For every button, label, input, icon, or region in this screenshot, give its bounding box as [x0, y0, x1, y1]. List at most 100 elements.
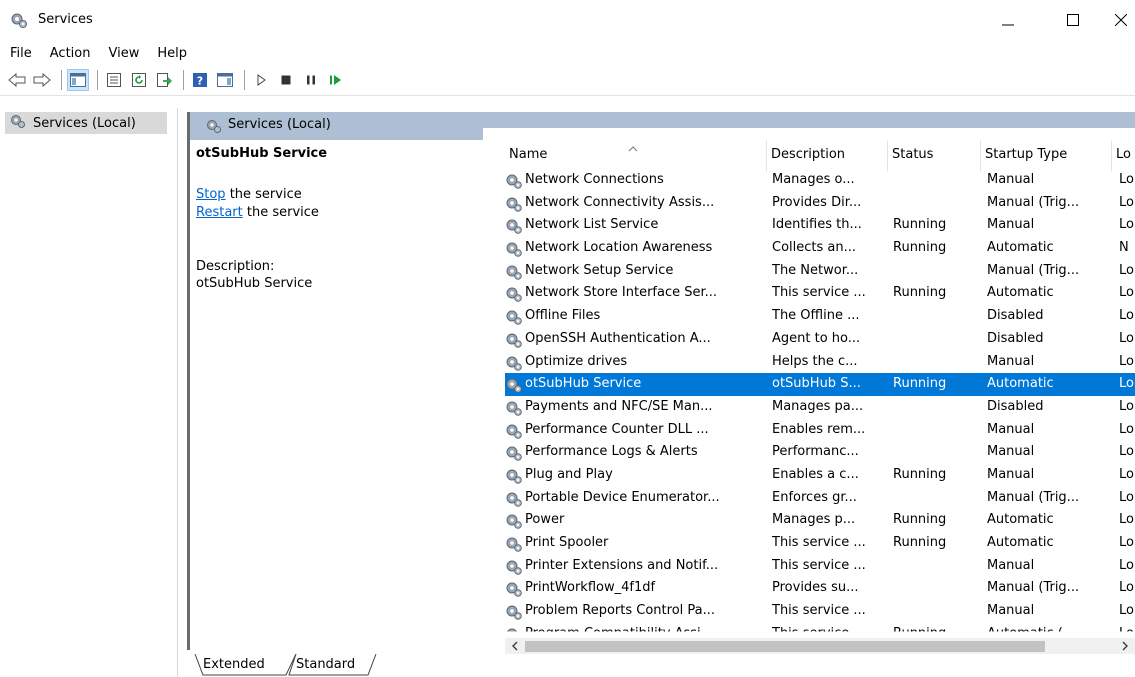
maximize-button[interactable]: [1050, 0, 1096, 40]
cell-description: The Networ...: [772, 262, 859, 278]
restart-service-link[interactable]: Restart: [196, 205, 243, 220]
column-header-name[interactable]: Name: [505, 140, 767, 172]
table-row[interactable]: Printer Extensions and Notif... This serv…: [505, 555, 1135, 578]
column-header-startup-type[interactable]: Startup Type: [981, 140, 1112, 172]
start-service-icon[interactable]: [250, 69, 272, 91]
table-header: Name Description Status Startup Type Lo: [505, 140, 1135, 172]
column-header-label: Status: [892, 147, 934, 162]
cell-name: Print Spooler: [525, 535, 609, 550]
cell-status: [893, 169, 981, 192]
horizontal-scrollbar[interactable]: [505, 638, 1135, 654]
tab-extended[interactable]: Extended: [203, 654, 265, 676]
cell-name: Program Compatibility Assi...: [525, 625, 714, 638]
toolbar-divider: [0, 95, 1135, 96]
cell-startup-type: Automatic: [987, 535, 1054, 550]
table-row[interactable]: Plug and Play Enables a c... Running Manual…: [505, 464, 1135, 487]
menu-view[interactable]: View: [99, 44, 148, 64]
cell-status: Running: [893, 376, 947, 392]
minimize-button[interactable]: [985, 0, 1031, 40]
column-header-status[interactable]: Status: [888, 140, 981, 172]
help-icon[interactable]: ?: [189, 69, 211, 91]
cell-log-on-as: Lo: [1119, 262, 1134, 278]
table-row[interactable]: Payments and NFC/SE Man... Manages pa... D…: [505, 396, 1135, 419]
scrollbar-thumb[interactable]: [525, 641, 1045, 652]
forward-arrow-icon[interactable]: [31, 69, 53, 91]
table-row[interactable]: Offline Files The Offline ... Disabled Lo: [505, 305, 1135, 328]
toolbar: ?: [0, 66, 1135, 94]
table-row[interactable]: Portable Device Enumerator... Enforces gr…: [505, 487, 1135, 510]
close-button[interactable]: [1115, 0, 1135, 40]
cell-status: [893, 419, 981, 442]
column-header-log-on-as[interactable]: Lo: [1112, 140, 1135, 172]
pause-service-icon[interactable]: [300, 69, 322, 91]
table-row[interactable]: Performance Logs & Alerts Performanc... Ma…: [505, 441, 1135, 464]
cell-log-on-as: Lo: [1119, 557, 1134, 573]
stop-service-icon[interactable]: [275, 69, 297, 91]
table-row[interactable]: Problem Reports Control Pa... This servic…: [505, 600, 1135, 623]
stop-service-link[interactable]: Stop: [196, 187, 226, 202]
column-header-description[interactable]: Description: [767, 140, 888, 172]
tab-standard[interactable]: Standard: [296, 654, 355, 676]
cell-log-on-as: Lo: [1119, 625, 1134, 638]
menu-action[interactable]: Action: [41, 44, 100, 64]
window-title: Services: [38, 12, 93, 27]
description-text: otSubHub Service: [196, 276, 313, 291]
cell-status: [893, 577, 981, 600]
cell-log-on-as: Lo: [1119, 535, 1134, 550]
service-gear-icon: [505, 558, 523, 576]
service-gear-icon: [505, 331, 523, 349]
back-arrow-icon[interactable]: [6, 69, 28, 91]
cell-name: PrintWorkflow_4f1df: [525, 580, 656, 596]
service-gear-icon: [505, 580, 523, 598]
service-gear-icon: [505, 399, 523, 417]
cell-description: otSubHub S...: [772, 376, 861, 392]
tree-item-services-local[interactable]: Services (Local): [5, 112, 167, 134]
column-header-label: Name: [509, 147, 548, 162]
service-gear-icon: [505, 490, 523, 508]
service-gear-icon: [505, 422, 523, 440]
cell-log-on-as: Lo: [1119, 172, 1134, 187]
table-row[interactable]: Network Location Awareness Collects an...…: [505, 237, 1135, 260]
table-row[interactable]: Program Compatibility Assi... This servic…: [505, 623, 1135, 638]
cell-log-on-as: Lo: [1119, 603, 1134, 619]
export-list-icon[interactable]: [153, 69, 175, 91]
cell-name: Network Setup Service: [525, 262, 674, 278]
cell-status: [893, 396, 981, 419]
scroll-right-arrow-icon[interactable]: [1119, 640, 1131, 652]
service-gear-icon: [505, 195, 523, 213]
table-row[interactable]: Print Spooler This service ... Running Auto…: [505, 532, 1135, 555]
cell-status: Running: [893, 512, 947, 528]
menu-file[interactable]: File: [0, 44, 41, 64]
cell-name: Network Connections: [525, 172, 664, 187]
show-action-pane-icon[interactable]: [214, 69, 236, 91]
table-row[interactable]: Performance Counter DLL ... Enables rem..…: [505, 419, 1135, 442]
cell-description: Agent to ho...: [772, 330, 861, 346]
refresh-icon[interactable]: [128, 69, 150, 91]
menu-help[interactable]: Help: [148, 44, 196, 64]
table-row[interactable]: OpenSSH Authentication A... Agent to ho..…: [505, 328, 1135, 351]
panel-frame: [187, 112, 190, 650]
cell-name: Payments and NFC/SE Man...: [525, 398, 713, 414]
table-row[interactable]: Network Setup Service The Networ... Manual…: [505, 260, 1135, 283]
table-row[interactable]: Network Connectivity Assis... Provides Di…: [505, 192, 1135, 215]
cell-startup-type: Manual (Trig...: [987, 489, 1080, 505]
table-row[interactable]: Network Store Interface Ser... This servi…: [505, 282, 1135, 305]
resume-service-icon[interactable]: [325, 69, 347, 91]
scroll-left-arrow-icon[interactable]: [509, 640, 521, 652]
table-row[interactable]: Power Manages p... Running Automatic Lo: [505, 509, 1135, 532]
table-row[interactable]: otSubHub Service otSubHub S... Running Auto…: [505, 373, 1135, 396]
cell-startup-type: Automatic: [987, 285, 1054, 301]
cell-name: Offline Files: [525, 308, 601, 324]
show-hide-console-tree-icon[interactable]: [67, 69, 89, 91]
table-row[interactable]: Optimize drives Helps the c... Manual Lo: [505, 351, 1135, 374]
cell-startup-type: Manual (Trig...: [987, 194, 1080, 210]
stop-link-suffix: the service: [225, 187, 302, 202]
cell-status: [893, 487, 981, 510]
table-row[interactable]: Network Connections Manages o... Manual Lo: [505, 169, 1135, 192]
cell-status: Running: [893, 535, 947, 550]
table-row[interactable]: Network List Service Identifies th... Runn…: [505, 214, 1135, 237]
table-row[interactable]: PrintWorkflow_4f1df Provides su... Manual …: [505, 577, 1135, 600]
cell-description: Helps the c...: [772, 353, 858, 369]
properties-icon[interactable]: [103, 69, 125, 91]
cell-status: [893, 351, 981, 374]
